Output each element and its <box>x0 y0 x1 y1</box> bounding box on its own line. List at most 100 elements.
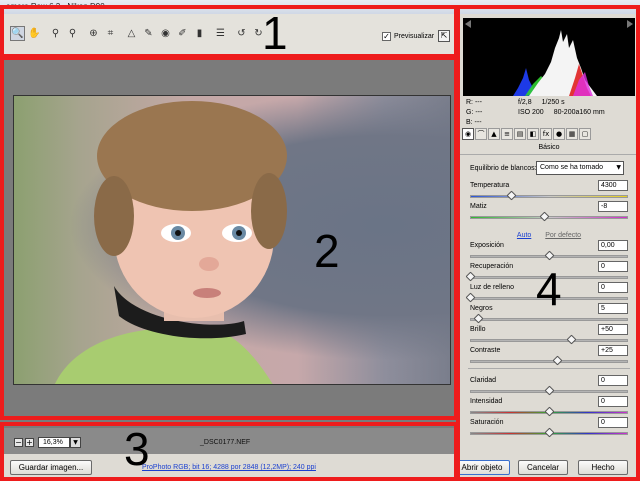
preview-checkbox[interactable]: ✓ <box>382 32 391 41</box>
brightness-track[interactable] <box>470 339 628 342</box>
sweater <box>55 326 273 384</box>
panel-tabs: ◉ ⌒ ▲ ≡ ▤ ◧ fx ● ▦ ▢ <box>462 128 636 142</box>
white-balance-select[interactable]: Como se ha tomado ▼ <box>536 161 624 175</box>
contrast-thumb[interactable] <box>552 355 563 366</box>
clarity-value-field[interactable]: 0 <box>598 375 628 386</box>
photo-preview[interactable] <box>13 95 451 385</box>
zoom-out-button[interactable]: − <box>14 438 23 447</box>
aperture: f/2,8 <box>518 99 532 106</box>
fill-light-label: Luz de relleno <box>470 284 514 291</box>
magnifier-icon: 🔍 <box>11 28 24 39</box>
zoom-tool[interactable]: 🔍 <box>10 26 25 41</box>
blacks-track[interactable] <box>470 318 628 321</box>
temperature-label: Temperatura <box>470 182 510 189</box>
open-object-button[interactable]: Abrir objeto <box>454 460 510 475</box>
hsl-icon[interactable]: ≡ <box>501 128 513 140</box>
tint-value-field[interactable]: -8 <box>598 201 628 212</box>
brightness-value-field[interactable]: +50 <box>598 324 628 335</box>
auto-default-links: Auto Por defecto <box>458 232 640 239</box>
photo-image <box>55 101 287 384</box>
spot-removal-tool[interactable]: ✎ <box>141 26 156 41</box>
detail-icon[interactable]: ▲ <box>488 128 500 140</box>
annotation-number-1: 1 <box>262 7 288 59</box>
adjustment-brush-tool[interactable]: ✐ <box>175 26 190 41</box>
saturation-thumb[interactable] <box>544 427 555 438</box>
saturation-slider[interactable]: Saturación 0 <box>470 417 628 441</box>
zoom-level-field[interactable]: 16,3% <box>38 437 70 448</box>
zoom-in-button[interactable]: + <box>25 438 34 447</box>
contrast-slider[interactable]: Contraste +25 <box>470 345 628 369</box>
exposure-value-field[interactable]: 0,00 <box>598 240 628 251</box>
zoom-dropdown-icon[interactable]: ▼ <box>70 437 81 448</box>
zoom-bar: − + 16,3% ▼ _DSC0177.NEF <box>0 428 458 454</box>
split-toning-icon[interactable]: ▤ <box>514 128 526 140</box>
shadow-clipping-icon <box>465 20 471 28</box>
temperature-thumb[interactable] <box>506 190 517 201</box>
crop-tool[interactable]: ⌗ <box>103 26 118 41</box>
image-preview-area[interactable] <box>0 56 458 428</box>
basic-icon[interactable]: ◉ <box>462 128 474 140</box>
straighten-tool[interactable]: △ <box>124 26 139 41</box>
fullscreen-toggle-button[interactable]: ⇱ <box>438 30 450 42</box>
highlight-clipping-icon <box>627 20 633 28</box>
contrast-track[interactable] <box>470 360 628 363</box>
histogram <box>463 18 635 96</box>
red-readout: R: --- <box>466 99 482 106</box>
tint-slider[interactable]: Matiz -8 <box>470 201 628 225</box>
saturation-value-field[interactable]: 0 <box>598 417 628 428</box>
cancel-button[interactable]: Cancelar <box>518 460 568 475</box>
white-balance-label: Equilibrio de blancos: <box>470 165 537 172</box>
vibrance-value-field[interactable]: 0 <box>598 396 628 407</box>
workflow-options-link[interactable]: ProPhoto RGB; bit 16; 4288 por 2848 (12,… <box>0 464 458 471</box>
auto-link[interactable]: Auto <box>517 232 531 239</box>
done-button[interactable]: Hecho <box>578 460 628 475</box>
white-balance-tool[interactable]: ⚲ <box>48 26 63 41</box>
temperature-value-field[interactable]: 4300 <box>598 180 628 191</box>
toolbar: 🔍 ✋ ⚲ ⚲ ⊕ ⌗ △ ✎ ◉ ✐ ▮ ☰ ↺ ↻ ✓ Previsualizar ⇱ <box>0 14 458 56</box>
tone-curve-icon[interactable]: ⌒ <box>475 128 487 140</box>
fx-icon[interactable]: fx <box>540 128 552 140</box>
spot-icon: ✎ <box>144 28 153 39</box>
exposure-thumb[interactable] <box>544 250 555 261</box>
snapshots-icon[interactable]: ▢ <box>579 128 591 140</box>
targeted-adjust-tool[interactable]: ⊕ <box>86 26 101 41</box>
presets-icon[interactable]: ▦ <box>566 128 578 140</box>
brightness-thumb[interactable] <box>566 334 577 345</box>
annotation-number-4: 4 <box>536 263 562 315</box>
white-balance-value: Como se ha tomado <box>540 164 604 171</box>
fill-light-value-field[interactable]: 0 <box>598 282 628 293</box>
fill-light-thumb[interactable] <box>465 292 476 303</box>
blacks-value-field[interactable]: 5 <box>598 303 628 314</box>
recovery-value-field[interactable]: 0 <box>598 261 628 272</box>
hand-icon: ✋ <box>28 28 41 39</box>
gradient-icon: ▮ <box>196 28 203 39</box>
adjustments-panel: R: --- G: --- B: --- f/2,8 1/250 s ISO 20… <box>458 14 640 454</box>
rotate-left-tool[interactable]: ↺ <box>234 26 249 41</box>
camera-calibration-icon[interactable]: ● <box>553 128 565 140</box>
eyedropper-plus-icon: ⚲ <box>68 28 77 39</box>
tint-thumb[interactable] <box>539 211 550 222</box>
tool-group: 🔍 ✋ ⚲ ⚲ ⊕ ⌗ △ ✎ ◉ ✐ ▮ ☰ ↺ ↻ <box>10 26 266 41</box>
hand-tool[interactable]: ✋ <box>27 26 42 41</box>
exif-info: f/2,8 1/250 s ISO 200 80-200a160 mm <box>518 98 615 118</box>
lens-icon[interactable]: ◧ <box>527 128 539 140</box>
contrast-value-field[interactable]: +25 <box>598 345 628 356</box>
vibrance-thumb[interactable] <box>544 406 555 417</box>
window-title: amera Raw 6.2 - Nikon D90 <box>0 0 458 14</box>
red-eye-tool[interactable]: ◉ <box>158 26 173 41</box>
recovery-thumb[interactable] <box>465 271 476 282</box>
color-sampler-tool[interactable]: ⚲ <box>65 26 80 41</box>
rgb-readout: R: --- G: --- B: --- <box>466 98 482 128</box>
graduated-filter-tool[interactable]: ▮ <box>192 26 207 41</box>
clarity-thumb[interactable] <box>544 385 555 396</box>
preview-option: ✓ Previsualizar <box>382 32 434 41</box>
preferences-tool[interactable]: ☰ <box>213 26 228 41</box>
file-name: _DSC0177.NEF <box>200 439 251 446</box>
blacks-thumb[interactable] <box>473 313 484 324</box>
title-bar-right <box>458 0 640 14</box>
tint-label: Matiz <box>470 203 487 210</box>
default-link[interactable]: Por defecto <box>545 232 581 239</box>
list-icon: ☰ <box>216 28 225 39</box>
target-icon: ⊕ <box>89 28 98 39</box>
temperature-track[interactable] <box>470 195 628 198</box>
